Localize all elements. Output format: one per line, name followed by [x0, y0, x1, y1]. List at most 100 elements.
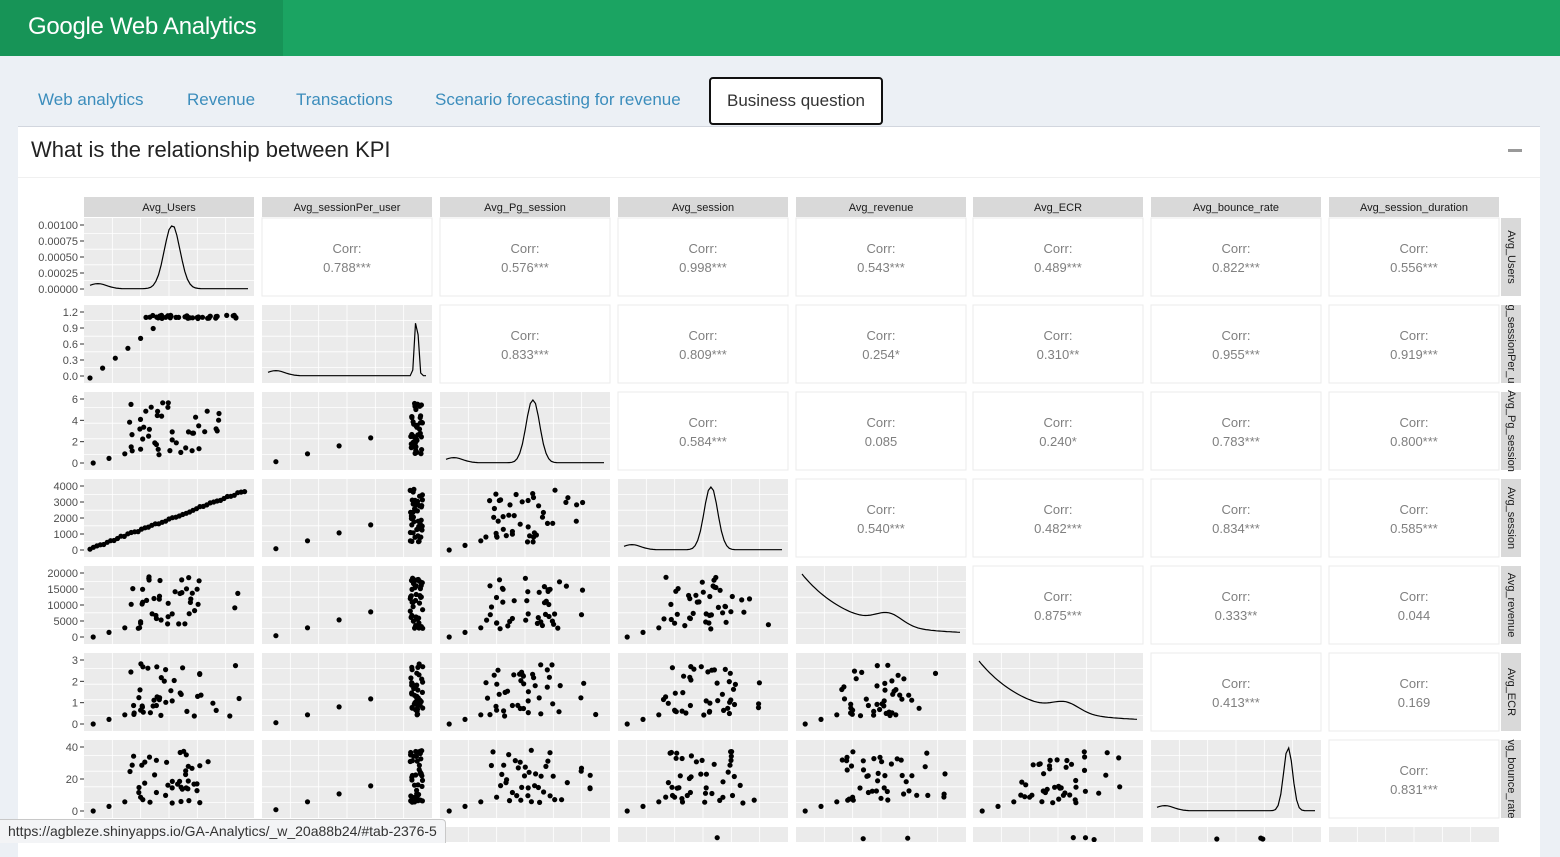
scatter-point [498, 497, 504, 503]
scatter-point [494, 620, 500, 626]
correlation-cell [1150, 652, 1322, 732]
correlation-cell [972, 304, 1144, 384]
scatter-point [1039, 799, 1045, 805]
corr-value: 0.240* [1039, 434, 1077, 449]
scatter-point [273, 633, 279, 639]
scatter-point [690, 610, 696, 617]
scatter-point [545, 758, 551, 764]
scatter-point [146, 754, 153, 760]
y-tick-label: 1000 [54, 529, 78, 541]
scatter-point [668, 749, 675, 756]
scatter-point [698, 771, 704, 777]
y-tick-label: 0.3 [63, 355, 78, 367]
y-tick-label: 15000 [47, 584, 78, 596]
scatter-point [717, 587, 723, 593]
scatter-point [893, 687, 899, 693]
scatter-point [802, 721, 808, 727]
scatter-point [882, 687, 888, 693]
scatter-point [1037, 761, 1043, 767]
scatter-point [127, 768, 133, 775]
scatter-point [702, 790, 709, 796]
scatter-point [235, 590, 241, 597]
scatter-point [723, 619, 729, 625]
scatter-point [740, 800, 746, 806]
scatter-point [304, 712, 311, 718]
scatter-point [878, 795, 884, 801]
corr-value: 0.809*** [679, 347, 727, 362]
scatter-point [1047, 757, 1053, 764]
scatter-point [893, 712, 899, 718]
corr-value: 0.833*** [501, 347, 549, 362]
scatter-point [865, 702, 872, 709]
scatter-point [227, 713, 233, 719]
scatter-point [151, 595, 157, 602]
scatter-point [882, 773, 888, 779]
scatter-point [167, 448, 173, 454]
scatter-point [185, 429, 192, 435]
scatter-point [496, 691, 502, 697]
scatter-point [153, 612, 159, 619]
scatter-point [143, 408, 149, 414]
scatter-point [710, 583, 716, 589]
scatter-point [137, 625, 143, 631]
scatter-point [737, 782, 743, 789]
scatter-point [687, 615, 693, 621]
scatter-point [1082, 754, 1088, 760]
scatter-point [1019, 779, 1025, 785]
scatter-point [488, 604, 495, 610]
scatter-point [419, 689, 425, 696]
scatter-point [304, 538, 311, 544]
scatter-point [182, 621, 188, 627]
correlation-cell [261, 217, 433, 297]
corr-value: 0.482*** [1034, 521, 1082, 536]
scatter-point [498, 783, 504, 789]
scatter-point [539, 514, 546, 520]
scatter-point [853, 676, 859, 682]
scatter-point [693, 592, 699, 598]
scatter-point [527, 533, 533, 539]
row-strip-label: Avg_revenue [1505, 573, 1517, 638]
scatter-point [483, 680, 489, 686]
scatter-point [230, 313, 236, 319]
scatter-point [462, 542, 468, 549]
corr-value: 0.169 [1398, 695, 1431, 710]
scatter-point [1082, 788, 1088, 794]
scatter-point [524, 539, 531, 545]
scatter-point [304, 451, 311, 457]
scatter-point [512, 758, 518, 764]
scatter-point [128, 669, 134, 675]
scatter-point [995, 803, 1001, 810]
scatter-point [901, 791, 907, 797]
scatter-point [681, 673, 687, 679]
scatter-point [417, 521, 423, 527]
scatter-point [179, 577, 185, 583]
scatter-point [125, 345, 131, 351]
scatter-point [411, 486, 417, 492]
scatter-point [524, 598, 530, 604]
scatter-point [100, 365, 106, 371]
scatter-point [129, 448, 135, 454]
scatter-point [368, 783, 374, 789]
row-strip-label: vg_bounce_rate [1505, 740, 1517, 819]
scatter-point [176, 621, 182, 627]
corr-value: 0.783*** [1212, 434, 1260, 449]
scatter-point [579, 587, 586, 593]
scatter-point [871, 756, 877, 762]
y-tick-label: 0.00075 [38, 236, 78, 248]
scatter-point [408, 509, 414, 515]
scatter-point [699, 579, 705, 585]
scatter-point [543, 763, 549, 770]
scatter-point [152, 440, 158, 446]
correlation-cell [795, 217, 967, 297]
scatter-point [538, 619, 544, 625]
scatter-point [169, 698, 175, 704]
corr-prefix-label: Corr: [1400, 763, 1429, 778]
scatter-point [496, 577, 503, 583]
scatter-point [232, 605, 238, 611]
scatter-point [739, 597, 745, 603]
scatter-point [154, 664, 160, 670]
scatter-point [183, 445, 189, 451]
corr-value: 0.576*** [501, 260, 549, 275]
scatter-point [500, 514, 506, 520]
scatter-point [509, 702, 515, 709]
